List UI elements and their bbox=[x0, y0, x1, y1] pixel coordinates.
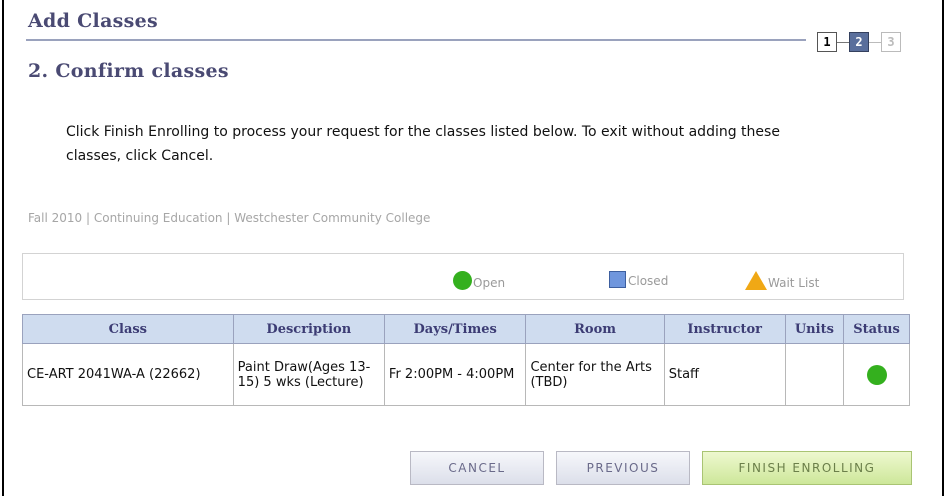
page-title: Add Classes bbox=[28, 10, 159, 32]
column-header-room: Room bbox=[525, 314, 665, 344]
previous-button[interactable]: PREVIOUS bbox=[556, 451, 690, 485]
step-1: 1 bbox=[817, 32, 837, 52]
title-divider bbox=[26, 39, 806, 41]
step-3: 3 bbox=[881, 32, 901, 52]
legend-closed-label: Closed bbox=[628, 274, 669, 288]
column-header-units: Units bbox=[784, 314, 845, 344]
open-status-icon bbox=[453, 271, 472, 290]
legend-wait-list-label: Wait List bbox=[768, 276, 820, 290]
cell-instructor: Staff bbox=[663, 343, 786, 406]
cell-class: CE-ART 2041WA-A (22662) bbox=[22, 343, 234, 406]
column-header-instructor: Instructor bbox=[663, 314, 786, 344]
status-legend: Open Closed Wait List bbox=[22, 253, 904, 300]
column-header-description: Description bbox=[232, 314, 385, 344]
step-indicator: 1 2 3 bbox=[817, 30, 901, 54]
legend-closed: Closed bbox=[609, 271, 668, 288]
section-title: 2. Confirm classes bbox=[28, 60, 229, 82]
cell-status bbox=[843, 343, 910, 406]
column-header-status: Status bbox=[843, 314, 910, 344]
cell-units bbox=[784, 343, 845, 406]
table-header-row: Class Description Days/Times Room Instru… bbox=[22, 314, 910, 344]
term-breadcrumb: Fall 2010 | Continuing Education | Westc… bbox=[28, 211, 431, 225]
closed-status-icon bbox=[609, 271, 626, 288]
legend-open-label: Open bbox=[473, 276, 506, 290]
step-2-current: 2 bbox=[849, 32, 869, 52]
classes-table: Class Description Days/Times Room Instru… bbox=[22, 314, 910, 406]
cell-description: Paint Draw(Ages 13-15) 5 wks (Lecture) bbox=[232, 343, 385, 406]
cell-room: Center for the Arts (TBD) bbox=[525, 343, 665, 406]
legend-wait-list: Wait List bbox=[745, 271, 819, 290]
open-status-icon bbox=[866, 364, 887, 385]
wait-list-status-icon bbox=[745, 271, 767, 290]
cancel-button[interactable]: CANCEL bbox=[410, 451, 544, 485]
legend-open: Open bbox=[453, 271, 505, 290]
finish-enrolling-button[interactable]: FINISH ENROLLING bbox=[702, 451, 912, 485]
step-connector bbox=[869, 41, 881, 43]
table-row: CE-ART 2041WA-A (22662) Paint Draw(Ages … bbox=[22, 343, 910, 406]
instructions-text: Click Finish Enrolling to process your r… bbox=[66, 124, 780, 164]
step-connector bbox=[837, 41, 849, 43]
column-header-days-times: Days/Times bbox=[383, 314, 527, 344]
cell-days-times: Fr 2:00PM - 4:00PM bbox=[383, 343, 527, 406]
column-header-class: Class bbox=[22, 314, 234, 344]
